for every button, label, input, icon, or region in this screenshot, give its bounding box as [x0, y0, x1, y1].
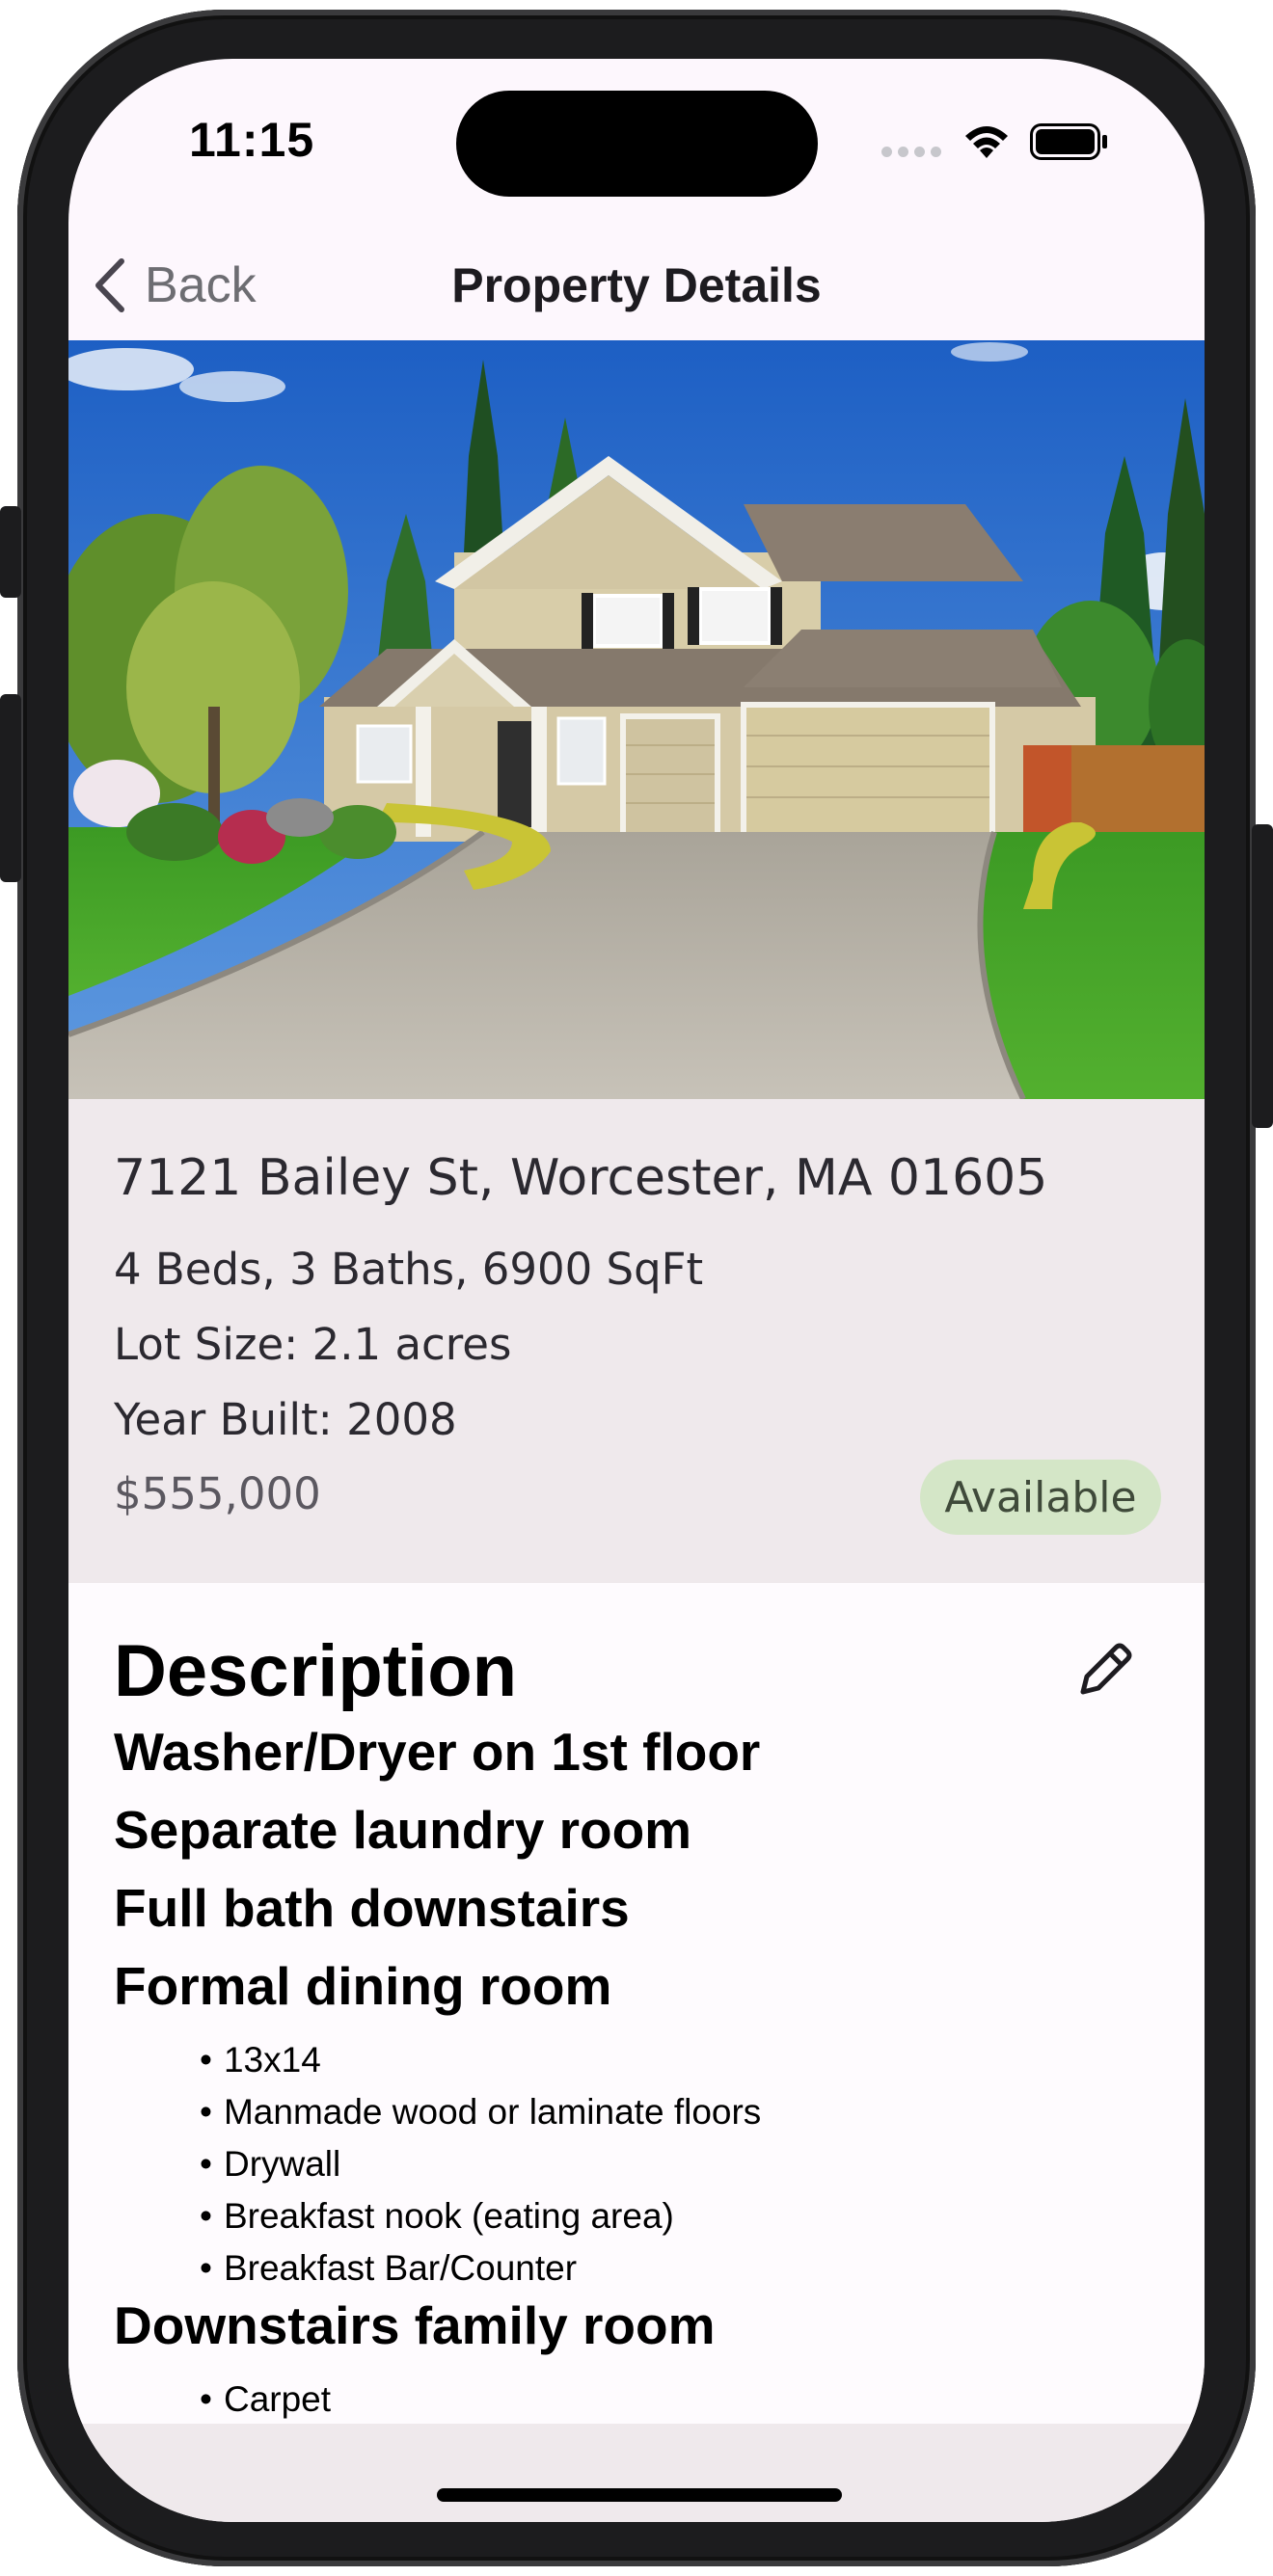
detail-item: • Carpet — [200, 2379, 332, 2419]
detail-item: • Breakfast nook (eating area) — [200, 2196, 674, 2236]
dynamic-island — [456, 91, 818, 197]
property-info-card: 7121 Bailey St, Worcester, MA 01605 4 Be… — [68, 1099, 1205, 1583]
power-button — [1252, 824, 1273, 1128]
detail-item: • 13x14 — [200, 2040, 321, 2080]
navigation-bar: Back Property Details — [68, 232, 1205, 340]
home-indicator[interactable] — [437, 2488, 842, 2502]
feature-item: Formal dining room — [114, 1956, 612, 2016]
description-section: Description Washer/Dryer on 1st floor Se… — [68, 1583, 1205, 2424]
screen: 11:15 Back Property Details 7121 Bailey … — [68, 59, 1205, 2522]
battery-full-icon — [1030, 123, 1107, 160]
feature-item: Separate laundry room — [114, 1800, 692, 1860]
pencil-icon[interactable] — [1071, 1636, 1139, 1704]
property-summary: 4 Beds, 3 Baths, 6900 SqFt — [114, 1244, 704, 1295]
silent-switch — [0, 506, 21, 598]
status-badge: Available — [920, 1460, 1161, 1535]
volume-button — [0, 694, 21, 882]
description-title: Description — [114, 1630, 518, 1712]
feature-item: Full bath downstairs — [114, 1878, 630, 1938]
detail-item: • Manmade wood or laminate floors — [200, 2092, 762, 2132]
status-time: 11:15 — [189, 113, 315, 167]
feature-item: Downstairs family room — [114, 2295, 716, 2355]
wifi-icon — [965, 126, 1008, 158]
property-photo[interactable] — [68, 340, 1205, 1099]
lot-size: Lot Size: 2.1 acres — [114, 1319, 512, 1370]
property-address: 7121 Bailey St, Worcester, MA 01605 — [114, 1149, 1048, 1207]
property-price: $555,000 — [114, 1468, 321, 1519]
feature-item: Washer/Dryer on 1st floor — [114, 1722, 761, 1782]
detail-item: • Breakfast Bar/Counter — [200, 2248, 578, 2288]
cellular-dots-icon — [881, 147, 941, 157]
page-title: Property Details — [451, 258, 822, 312]
bottom-safe-area — [68, 2424, 1205, 2522]
detail-item: • Drywall — [200, 2144, 341, 2184]
year-built: Year Built: 2008 — [114, 1394, 457, 1445]
